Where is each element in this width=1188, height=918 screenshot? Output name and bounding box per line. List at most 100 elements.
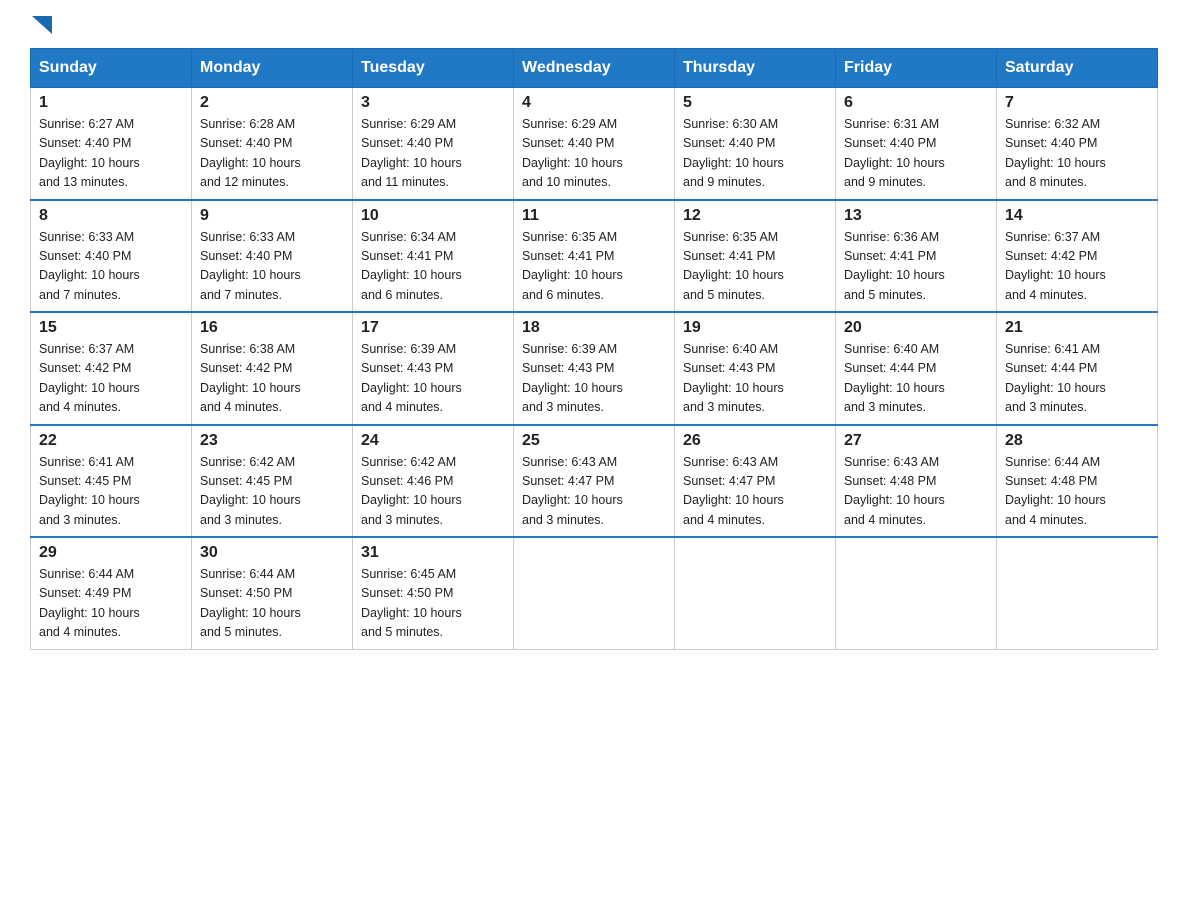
calendar-cell: 10 Sunrise: 6:34 AMSunset: 4:41 PMDaylig…: [353, 200, 514, 313]
day-info: Sunrise: 6:42 AMSunset: 4:46 PMDaylight:…: [361, 455, 462, 527]
day-info: Sunrise: 6:31 AMSunset: 4:40 PMDaylight:…: [844, 117, 945, 189]
calendar-cell: 3 Sunrise: 6:29 AMSunset: 4:40 PMDayligh…: [353, 88, 514, 200]
calendar-cell: [997, 537, 1158, 649]
day-info: Sunrise: 6:30 AMSunset: 4:40 PMDaylight:…: [683, 117, 784, 189]
day-number: 20: [844, 319, 988, 337]
day-info: Sunrise: 6:40 AMSunset: 4:44 PMDaylight:…: [844, 342, 945, 414]
day-number: 28: [1005, 432, 1149, 450]
calendar-cell: 30 Sunrise: 6:44 AMSunset: 4:50 PMDaylig…: [192, 537, 353, 649]
calendar-cell: 6 Sunrise: 6:31 AMSunset: 4:40 PMDayligh…: [836, 88, 997, 200]
calendar-week-4: 22 Sunrise: 6:41 AMSunset: 4:45 PMDaylig…: [31, 425, 1158, 538]
day-number: 4: [522, 94, 666, 112]
day-number: 5: [683, 94, 827, 112]
day-number: 12: [683, 207, 827, 225]
day-number: 23: [200, 432, 344, 450]
calendar-cell: 22 Sunrise: 6:41 AMSunset: 4:45 PMDaylig…: [31, 425, 192, 538]
calendar-table: SundayMondayTuesdayWednesdayThursdayFrid…: [30, 48, 1158, 650]
day-number: 8: [39, 207, 183, 225]
header-wednesday: Wednesday: [514, 49, 675, 88]
day-info: Sunrise: 6:39 AMSunset: 4:43 PMDaylight:…: [522, 342, 623, 414]
header-saturday: Saturday: [997, 49, 1158, 88]
day-number: 14: [1005, 207, 1149, 225]
day-number: 30: [200, 544, 344, 562]
day-info: Sunrise: 6:42 AMSunset: 4:45 PMDaylight:…: [200, 455, 301, 527]
calendar-cell: 5 Sunrise: 6:30 AMSunset: 4:40 PMDayligh…: [675, 88, 836, 200]
day-number: 19: [683, 319, 827, 337]
day-number: 13: [844, 207, 988, 225]
day-info: Sunrise: 6:34 AMSunset: 4:41 PMDaylight:…: [361, 230, 462, 302]
day-info: Sunrise: 6:32 AMSunset: 4:40 PMDaylight:…: [1005, 117, 1106, 189]
day-info: Sunrise: 6:39 AMSunset: 4:43 PMDaylight:…: [361, 342, 462, 414]
day-number: 22: [39, 432, 183, 450]
calendar-week-2: 8 Sunrise: 6:33 AMSunset: 4:40 PMDayligh…: [31, 200, 1158, 313]
day-info: Sunrise: 6:33 AMSunset: 4:40 PMDaylight:…: [39, 230, 140, 302]
day-info: Sunrise: 6:35 AMSunset: 4:41 PMDaylight:…: [522, 230, 623, 302]
day-info: Sunrise: 6:44 AMSunset: 4:50 PMDaylight:…: [200, 567, 301, 639]
day-info: Sunrise: 6:37 AMSunset: 4:42 PMDaylight:…: [39, 342, 140, 414]
calendar-cell: 11 Sunrise: 6:35 AMSunset: 4:41 PMDaylig…: [514, 200, 675, 313]
day-number: 2: [200, 94, 344, 112]
day-info: Sunrise: 6:27 AMSunset: 4:40 PMDaylight:…: [39, 117, 140, 189]
day-number: 31: [361, 544, 505, 562]
calendar-week-5: 29 Sunrise: 6:44 AMSunset: 4:49 PMDaylig…: [31, 537, 1158, 649]
calendar-cell: 20 Sunrise: 6:40 AMSunset: 4:44 PMDaylig…: [836, 312, 997, 425]
calendar-cell: 14 Sunrise: 6:37 AMSunset: 4:42 PMDaylig…: [997, 200, 1158, 313]
logo: [30, 20, 52, 30]
day-number: 6: [844, 94, 988, 112]
calendar-cell: 12 Sunrise: 6:35 AMSunset: 4:41 PMDaylig…: [675, 200, 836, 313]
calendar-cell: 29 Sunrise: 6:44 AMSunset: 4:49 PMDaylig…: [31, 537, 192, 649]
day-number: 7: [1005, 94, 1149, 112]
day-info: Sunrise: 6:43 AMSunset: 4:48 PMDaylight:…: [844, 455, 945, 527]
calendar-cell: 9 Sunrise: 6:33 AMSunset: 4:40 PMDayligh…: [192, 200, 353, 313]
header-friday: Friday: [836, 49, 997, 88]
calendar-cell: 28 Sunrise: 6:44 AMSunset: 4:48 PMDaylig…: [997, 425, 1158, 538]
calendar-cell: 2 Sunrise: 6:28 AMSunset: 4:40 PMDayligh…: [192, 88, 353, 200]
calendar-cell: 19 Sunrise: 6:40 AMSunset: 4:43 PMDaylig…: [675, 312, 836, 425]
calendar-cell: 24 Sunrise: 6:42 AMSunset: 4:46 PMDaylig…: [353, 425, 514, 538]
day-info: Sunrise: 6:28 AMSunset: 4:40 PMDaylight:…: [200, 117, 301, 189]
day-info: Sunrise: 6:29 AMSunset: 4:40 PMDaylight:…: [522, 117, 623, 189]
calendar-cell: [675, 537, 836, 649]
day-info: Sunrise: 6:29 AMSunset: 4:40 PMDaylight:…: [361, 117, 462, 189]
header-monday: Monday: [192, 49, 353, 88]
calendar-week-3: 15 Sunrise: 6:37 AMSunset: 4:42 PMDaylig…: [31, 312, 1158, 425]
calendar-cell: 15 Sunrise: 6:37 AMSunset: 4:42 PMDaylig…: [31, 312, 192, 425]
day-info: Sunrise: 6:37 AMSunset: 4:42 PMDaylight:…: [1005, 230, 1106, 302]
day-number: 24: [361, 432, 505, 450]
day-number: 27: [844, 432, 988, 450]
day-info: Sunrise: 6:41 AMSunset: 4:44 PMDaylight:…: [1005, 342, 1106, 414]
calendar-cell: 18 Sunrise: 6:39 AMSunset: 4:43 PMDaylig…: [514, 312, 675, 425]
calendar-cell: 16 Sunrise: 6:38 AMSunset: 4:42 PMDaylig…: [192, 312, 353, 425]
calendar-cell: 26 Sunrise: 6:43 AMSunset: 4:47 PMDaylig…: [675, 425, 836, 538]
day-number: 25: [522, 432, 666, 450]
day-info: Sunrise: 6:38 AMSunset: 4:42 PMDaylight:…: [200, 342, 301, 414]
calendar-header-row: SundayMondayTuesdayWednesdayThursdayFrid…: [31, 49, 1158, 88]
page-header: [30, 20, 1158, 30]
day-number: 1: [39, 94, 183, 112]
calendar-cell: 1 Sunrise: 6:27 AMSunset: 4:40 PMDayligh…: [31, 88, 192, 200]
day-info: Sunrise: 6:44 AMSunset: 4:49 PMDaylight:…: [39, 567, 140, 639]
logo-arrow-icon: [32, 16, 52, 34]
day-info: Sunrise: 6:45 AMSunset: 4:50 PMDaylight:…: [361, 567, 462, 639]
calendar-cell: [514, 537, 675, 649]
calendar-cell: 27 Sunrise: 6:43 AMSunset: 4:48 PMDaylig…: [836, 425, 997, 538]
calendar-cell: 4 Sunrise: 6:29 AMSunset: 4:40 PMDayligh…: [514, 88, 675, 200]
calendar-cell: 17 Sunrise: 6:39 AMSunset: 4:43 PMDaylig…: [353, 312, 514, 425]
day-info: Sunrise: 6:35 AMSunset: 4:41 PMDaylight:…: [683, 230, 784, 302]
calendar-cell: 31 Sunrise: 6:45 AMSunset: 4:50 PMDaylig…: [353, 537, 514, 649]
day-info: Sunrise: 6:43 AMSunset: 4:47 PMDaylight:…: [522, 455, 623, 527]
calendar-cell: 23 Sunrise: 6:42 AMSunset: 4:45 PMDaylig…: [192, 425, 353, 538]
day-number: 17: [361, 319, 505, 337]
day-number: 3: [361, 94, 505, 112]
day-info: Sunrise: 6:41 AMSunset: 4:45 PMDaylight:…: [39, 455, 140, 527]
day-info: Sunrise: 6:43 AMSunset: 4:47 PMDaylight:…: [683, 455, 784, 527]
calendar-cell: 13 Sunrise: 6:36 AMSunset: 4:41 PMDaylig…: [836, 200, 997, 313]
day-number: 9: [200, 207, 344, 225]
day-number: 26: [683, 432, 827, 450]
day-info: Sunrise: 6:44 AMSunset: 4:48 PMDaylight:…: [1005, 455, 1106, 527]
header-tuesday: Tuesday: [353, 49, 514, 88]
calendar-cell: 8 Sunrise: 6:33 AMSunset: 4:40 PMDayligh…: [31, 200, 192, 313]
day-info: Sunrise: 6:36 AMSunset: 4:41 PMDaylight:…: [844, 230, 945, 302]
day-info: Sunrise: 6:40 AMSunset: 4:43 PMDaylight:…: [683, 342, 784, 414]
day-number: 21: [1005, 319, 1149, 337]
